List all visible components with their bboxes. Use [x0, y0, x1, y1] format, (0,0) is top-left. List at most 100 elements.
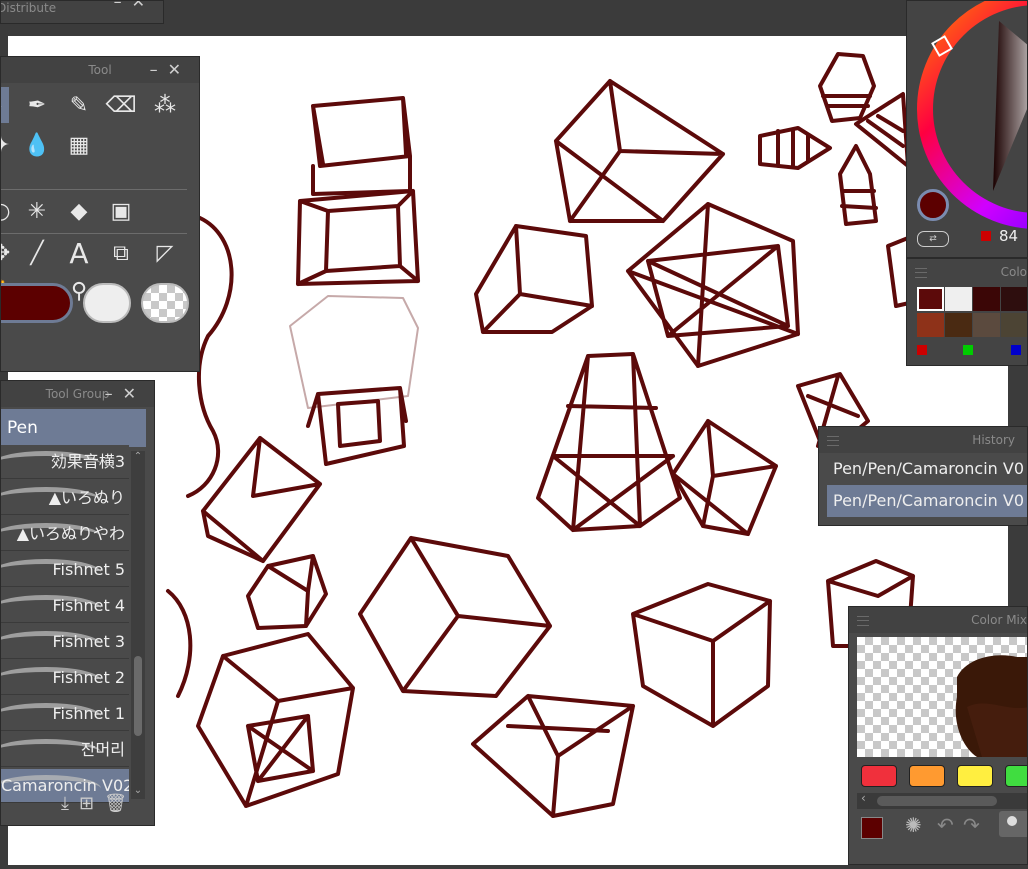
brush-list-item[interactable]: 잔머리 [1, 733, 129, 767]
main-color-indicator[interactable] [917, 189, 949, 221]
move-tool-button[interactable]: ✥ [1, 235, 19, 271]
pen-icon: ✒ [27, 92, 47, 118]
eraser-tool-button[interactable]: ⌫ [103, 87, 139, 123]
tool-group-window-buttons[interactable]: –✕ [105, 381, 146, 407]
frame-tool-button[interactable]: ⧉ [103, 235, 139, 271]
color-swatch[interactable] [1001, 313, 1027, 337]
brush-list-item[interactable]: Fishnet 5 [1, 553, 129, 587]
drag-grip-icon[interactable] [915, 268, 927, 278]
brush-name: ▲いろぬり [48, 488, 125, 507]
text-icon: A [69, 236, 89, 270]
brush-list-item[interactable]: Fishnet 2 [1, 661, 129, 695]
distribute-panel-window-buttons[interactable]: –✕ [114, 1, 155, 10]
auto-select-tool-button[interactable]: ✳ [19, 193, 55, 229]
red-channel-icon [981, 231, 991, 241]
mixing-color-chip[interactable] [909, 765, 945, 787]
color-set-panel: Colo [906, 258, 1028, 366]
mixing-canvas[interactable] [857, 637, 1027, 757]
magic-wand-icon: ✳ [27, 198, 47, 224]
color-swatch[interactable] [973, 287, 1000, 311]
operation-tool-button[interactable]: ▸ [1, 87, 9, 123]
pencil-tool-button[interactable]: ✎ [61, 87, 97, 123]
color-swatch[interactable] [1001, 287, 1027, 311]
grid-tool-button[interactable]: ▦ [61, 127, 97, 163]
mixing-color-chip[interactable] [957, 765, 993, 787]
brush-name: Fishnet 3 [52, 632, 125, 651]
blend-tool-button[interactable]: 💧 [19, 127, 55, 163]
brush-list-item[interactable]: 効果音横3 [1, 445, 129, 479]
green-tag-icon [963, 345, 973, 355]
decoration-tool-button[interactable]: ✦ [1, 127, 19, 163]
color-swatch[interactable] [945, 313, 972, 337]
gradient-tool-button[interactable]: ▣ [103, 193, 139, 229]
brush-list-scrollbar[interactable]: ⌃ ⌄ [131, 451, 145, 799]
scroll-left-icon[interactable]: ‹ [861, 791, 866, 805]
history-panel: History Pen/Pen/Camaroncin V0 Pen/Pen/Ca… [818, 426, 1028, 526]
droplets-icon: 💧 [23, 132, 51, 158]
sub-color-chip[interactable] [83, 283, 131, 323]
brush-name: Fishnet 5 [52, 560, 125, 579]
mixing-paint-blob [955, 655, 1027, 757]
mixing-current-color[interactable] [861, 817, 883, 839]
color-mixing-panel: Color Mix ‹ ✺ ↶ ↷ [848, 606, 1028, 865]
scroll-up-icon[interactable]: ⌃ [131, 451, 145, 465]
color-set-title: Colo [1000, 265, 1027, 279]
eraser-icon: ⌫ [105, 92, 137, 118]
fill-tool-button[interactable]: ◆ [61, 193, 97, 229]
tool-separator [1, 233, 187, 234]
airbrush-tool-button[interactable]: ⁂ [147, 87, 183, 123]
trash-icon[interactable]: 🗑 [104, 793, 137, 814]
color-swatch[interactable] [973, 313, 1000, 337]
scrollbar-thumb[interactable] [134, 656, 142, 736]
ruler-icon: ◸ [156, 240, 174, 266]
color-mixing-title: Color Mix [971, 613, 1027, 627]
mixing-scrollbar[interactable]: ‹ [857, 791, 1027, 809]
scrollbar-thumb[interactable] [877, 796, 997, 806]
mixing-color-chip[interactable] [861, 765, 897, 787]
blue-tag-icon [1011, 345, 1021, 355]
color-mode-toggle-icon[interactable]: ⇄ [917, 231, 949, 247]
brush-name: Fishnet 2 [52, 668, 125, 687]
copy-icon[interactable]: ⊞ [79, 793, 104, 814]
gradient-icon: ▣ [110, 198, 132, 224]
brush-name: 効果音横3 [50, 452, 125, 471]
color-swatch[interactable] [917, 287, 944, 311]
red-tag-icon [917, 345, 927, 355]
ruler-tool-button[interactable]: ◸ [147, 235, 183, 271]
mixing-color-chip[interactable] [1005, 765, 1027, 787]
pen-tool-button[interactable]: ✒ [19, 87, 55, 123]
brush-list-item[interactable]: Fishnet 1 [1, 697, 129, 731]
history-row-selected[interactable]: Pen/Pen/Camaroncin V0 [827, 485, 1027, 517]
transparent-color-chip[interactable] [141, 283, 189, 323]
lasso-tool-button[interactable]: ◐ [1, 193, 19, 229]
brush-list-item[interactable]: Fishnet 4 [1, 589, 129, 623]
grid-icon: ▦ [68, 132, 90, 158]
drag-grip-icon[interactable] [827, 436, 839, 446]
main-color-chip[interactable] [1, 283, 73, 323]
undo-icon[interactable]: ↶ [937, 813, 954, 837]
spray-icon: ⁂ [154, 92, 176, 118]
bucket-icon: ◆ [70, 198, 88, 224]
active-tool-pen[interactable]: Pen [1, 409, 146, 447]
redo-icon[interactable]: ↷ [963, 813, 980, 837]
brush-list-item[interactable]: Fishnet 3 [1, 625, 129, 659]
brush-list-item[interactable]: ▲いろぬり [1, 481, 129, 515]
pencil-icon: ✎ [69, 92, 89, 118]
text-tool-button[interactable]: A [61, 235, 97, 271]
color-swatch[interactable] [917, 313, 944, 337]
drag-grip-icon[interactable] [857, 616, 869, 626]
tool-palette-window-buttons[interactable]: –✕ [150, 57, 191, 83]
lasso-icon: ◐ [1, 199, 11, 224]
distribute-panel: Distribute –✕ [0, 0, 164, 24]
tool-separator [1, 189, 187, 190]
brush-list-item[interactable]: ▲いろぬりやわ [1, 517, 129, 551]
loading-spinner-icon[interactable]: ✺ [905, 813, 922, 837]
color-swatch[interactable] [945, 287, 972, 311]
brush-size-button[interactable] [999, 811, 1027, 837]
download-icon[interactable]: ⤓ [61, 793, 79, 814]
history-row[interactable]: Pen/Pen/Camaroncin V0 [827, 453, 1027, 485]
decoration-icon: ✦ [1, 133, 10, 158]
brush-name: Fishnet 1 [52, 704, 125, 723]
figure-tool-button[interactable]: ╱ [19, 235, 55, 271]
brush-name: ▲いろぬりやわ [16, 524, 125, 543]
